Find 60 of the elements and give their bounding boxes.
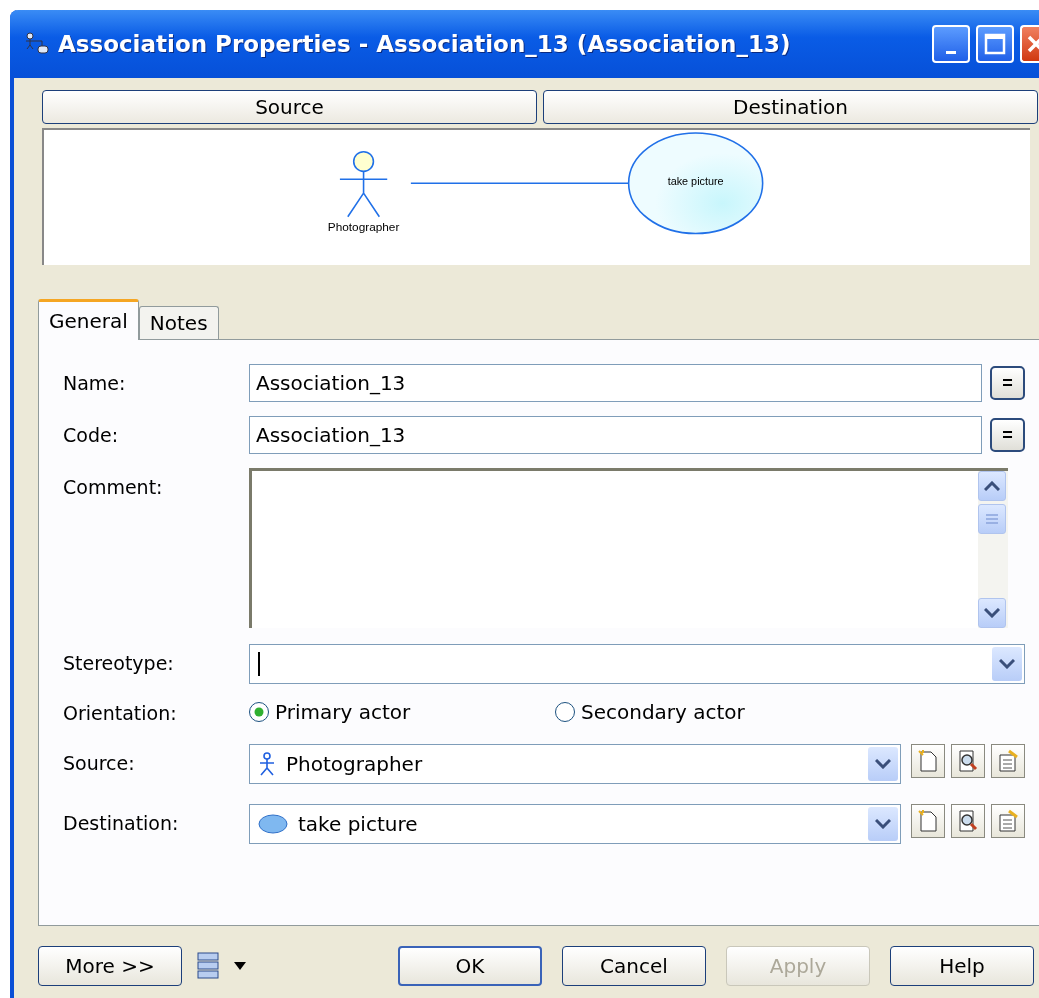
field-label: Orientation: — [63, 701, 178, 724]
field-label: Code: — [63, 423, 120, 446]
properties-button[interactable] — [991, 804, 1025, 838]
chevron-down-icon — [875, 819, 891, 829]
input-field[interactable]: Association_13 — [249, 364, 982, 402]
dialog-button[interactable]: OK — [398, 946, 542, 986]
properties-icon — [997, 749, 1019, 773]
ellipse-icon — [258, 814, 288, 834]
input-field[interactable]: Association_13 — [249, 416, 982, 454]
find-button[interactable] — [951, 804, 985, 838]
magnifier-page-icon — [957, 749, 979, 773]
minimize-icon — [946, 50, 956, 54]
object-dropdown[interactable]: take picture — [249, 804, 901, 844]
tab[interactable]: General — [38, 299, 139, 340]
new-button[interactable] — [911, 804, 945, 838]
association-icon — [24, 31, 50, 57]
chevron-up-icon — [984, 481, 1000, 491]
equals-button[interactable]: = — [990, 366, 1025, 400]
stack-icon — [196, 951, 222, 981]
stereotype-dropdown[interactable] — [249, 644, 1025, 684]
field-label: Source: — [63, 751, 136, 774]
actor-name: Photographer — [327, 219, 400, 234]
new-page-icon — [917, 749, 939, 773]
actor-figure — [339, 150, 388, 218]
find-button[interactable] — [951, 744, 985, 778]
maximize-icon — [984, 33, 1006, 55]
scrollbar[interactable] — [978, 471, 1008, 628]
radio-button[interactable] — [555, 702, 575, 722]
maximize-button[interactable] — [976, 25, 1014, 63]
equals-button[interactable]: = — [990, 418, 1025, 452]
new-button[interactable] — [911, 744, 945, 778]
radio-dot-icon — [254, 707, 264, 717]
minimize-button[interactable] — [932, 25, 970, 63]
actor-icon — [258, 752, 276, 776]
field-label: Name: — [63, 371, 127, 394]
window-title: Association Properties - Association_13 (Association_13) — [58, 31, 792, 57]
dialog-button[interactable]: Cancel — [562, 946, 706, 986]
properties-button[interactable] — [991, 744, 1025, 778]
comment-field[interactable] — [249, 468, 1008, 628]
new-page-icon — [917, 809, 939, 833]
field-label: Stereotype: — [63, 651, 175, 674]
radio-button[interactable] — [249, 702, 269, 722]
caret-icon — [234, 962, 246, 970]
chevron-down-icon — [984, 608, 1000, 618]
radio-label: Primary actor — [275, 700, 411, 724]
use-case-name: take picture — [667, 175, 724, 188]
tab[interactable]: Notes — [138, 306, 219, 339]
chevron-down-icon — [999, 659, 1015, 669]
grip-icon — [985, 512, 999, 526]
dialog-button[interactable]: Help — [890, 946, 1034, 986]
field-label: Destination: — [63, 811, 180, 834]
magnifier-page-icon — [957, 809, 979, 833]
more-button[interactable]: More >> — [38, 946, 182, 986]
column-header[interactable]: Source — [42, 90, 537, 124]
object-dropdown[interactable]: Photographer — [249, 744, 901, 784]
column-header[interactable]: Destination — [543, 90, 1038, 124]
field-label: Comment: — [63, 475, 164, 498]
properties-icon — [997, 809, 1019, 833]
radio-label: Secondary actor — [581, 700, 745, 724]
chevron-down-icon — [875, 759, 891, 769]
